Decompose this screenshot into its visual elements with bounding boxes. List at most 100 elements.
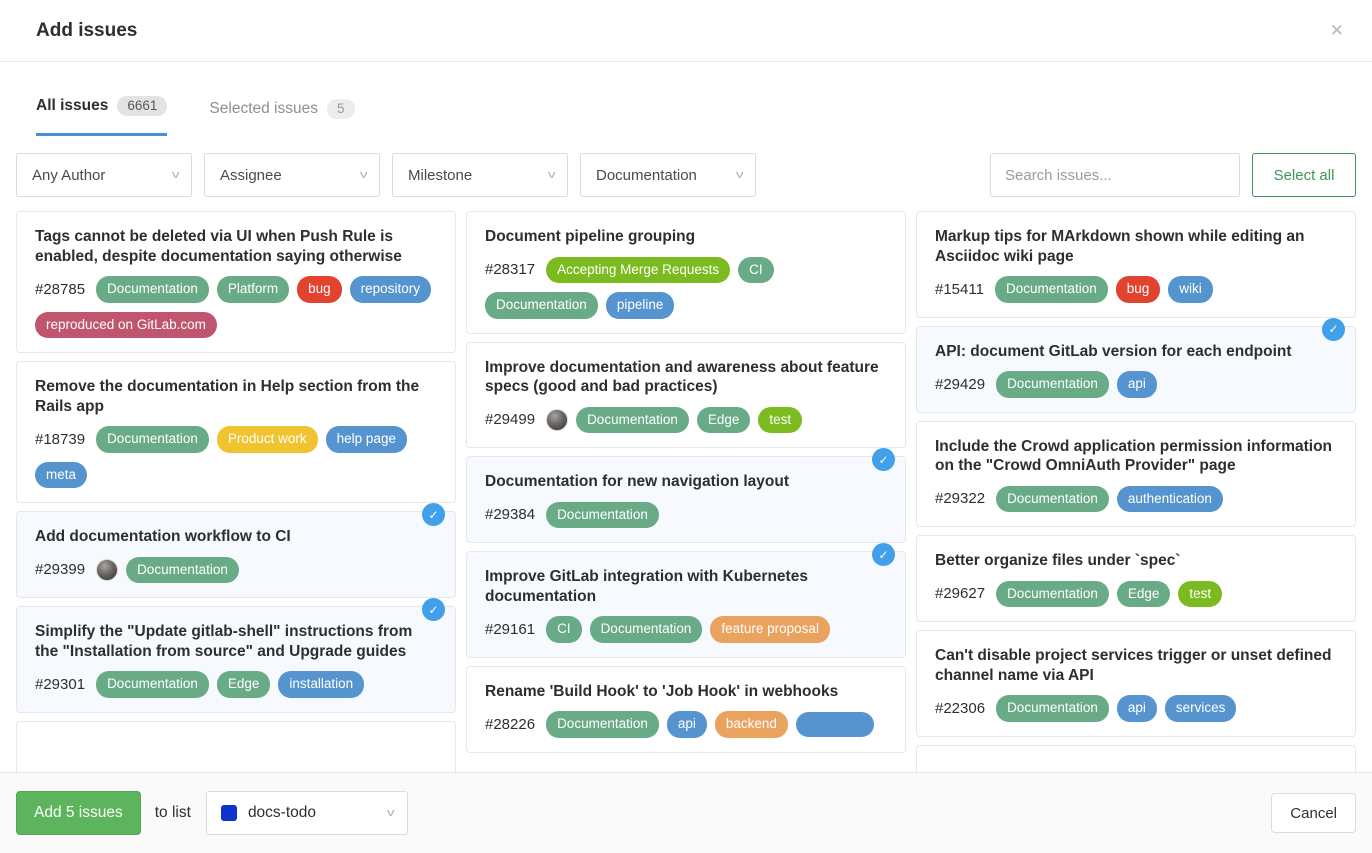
issue-card[interactable]: Can't disable project services trigger o…	[916, 630, 1356, 737]
label-documentation: Documentation	[96, 276, 209, 303]
filter-bar: Any Author v Assignee v Milestone v Docu…	[16, 153, 1356, 197]
target-list-dropdown[interactable]: docs-todo v	[206, 791, 408, 835]
label-api: api	[1117, 371, 1157, 398]
label-services: services	[1165, 695, 1237, 722]
author-filter-label: Any Author	[32, 167, 105, 184]
issue-card[interactable]: Include the Crowd application permission…	[916, 421, 1356, 528]
label-documentation: Documentation	[996, 371, 1109, 398]
tab-all-issues[interactable]: All issues 6661	[36, 90, 167, 136]
issue-meta: #15411Documentationbugwiki	[935, 276, 1337, 303]
label-edge: Edge	[217, 671, 271, 698]
label-documentation: Documentation	[485, 292, 598, 319]
label-ci: CI	[546, 616, 582, 643]
issue-number: #29322	[935, 490, 985, 507]
label-documentation: Documentation	[590, 616, 703, 643]
label-accepting-merge-requests: Accepting Merge Requests	[546, 257, 730, 284]
assignee-filter-label: Assignee	[220, 167, 282, 184]
label-reproduced-on-gitlab-com: reproduced on GitLab.com	[35, 312, 217, 339]
issue-card[interactable]: Better organize files under `spec`#29627…	[916, 535, 1356, 622]
label-filter-dropdown[interactable]: Documentation v	[580, 153, 756, 197]
target-list-name: docs-todo	[248, 804, 316, 822]
label-product-work: Product work	[217, 426, 318, 453]
issue-meta: #29499DocumentationEdgetest	[485, 407, 887, 434]
issue-title: Better organize files under `spec`	[935, 551, 1337, 571]
label-api: api	[1117, 695, 1157, 722]
label-help-page: help page	[326, 426, 407, 453]
issue-card[interactable]: Markup tips for MArkdown shown while edi…	[916, 211, 1356, 318]
author-filter-dropdown[interactable]: Any Author v	[16, 153, 192, 197]
chevron-down-icon: v	[387, 807, 395, 819]
issue-number: #28785	[35, 281, 85, 298]
label-documentation: Documentation	[96, 671, 209, 698]
issue-meta: #29429 Documentation api	[935, 371, 1337, 398]
label-test: test	[1178, 581, 1222, 608]
label-filter-label: Documentation	[596, 167, 697, 184]
issue-title: Add documentation workflow to CI	[35, 527, 437, 547]
issue-card[interactable]: Document pipeline grouping#28317Acceptin…	[466, 211, 906, 334]
cancel-button[interactable]: Cancel	[1271, 793, 1356, 833]
issue-card[interactable]: Add documentation workflow to CI #29399Do…	[16, 511, 456, 598]
issue-card[interactable]: Simplify the "Update gitlab-shell" instr…	[16, 606, 456, 713]
label-wiki: wiki	[1168, 276, 1213, 303]
to-list-label: to list	[155, 804, 191, 822]
close-icon[interactable]: ✕	[1330, 22, 1344, 39]
issue-title: Can't disable project services trigger o…	[935, 646, 1337, 685]
issue-title: Tags cannot be deleted via UI when Push …	[35, 227, 437, 266]
label-documentation: Documentation	[96, 426, 209, 453]
issue-title: Rename 'Build Hook' to 'Job Hook' in web…	[485, 682, 887, 702]
label-documentation: Documentation	[546, 502, 659, 529]
issue-number: #29399	[35, 561, 85, 578]
label-repository: repository	[350, 276, 431, 303]
milestone-filter-dropdown[interactable]: Milestone v	[392, 153, 568, 197]
label-documentation: Documentation	[996, 695, 1109, 722]
issue-card-partial[interactable]	[916, 745, 1356, 772]
tab-selected-issues-label: Selected issues	[209, 100, 318, 118]
issue-number: #29384	[485, 506, 535, 523]
add-issues-button[interactable]: Add 5 issues	[16, 791, 141, 835]
label-ci: CI	[738, 257, 774, 284]
label-backend: backend	[715, 711, 788, 738]
issue-number: #22306	[935, 700, 985, 717]
chevron-down-icon: v	[171, 169, 179, 181]
issue-card[interactable]: API: document GitLab version for each en…	[916, 326, 1356, 413]
issue-number: #29429	[935, 376, 985, 393]
issue-meta: #28226Documentationapibackend	[485, 711, 887, 738]
label-edge: Edge	[1117, 581, 1171, 608]
label-bug: bug	[297, 276, 342, 303]
avatar	[96, 559, 118, 581]
assignee-filter-dropdown[interactable]: Assignee v	[204, 153, 380, 197]
issue-title: Documentation for new navigation layout	[485, 472, 887, 492]
issue-title: Document pipeline grouping	[485, 227, 887, 247]
issue-number: #29499	[485, 411, 535, 428]
label-documentation: Documentation	[576, 407, 689, 434]
issue-card[interactable]: Tags cannot be deleted via UI when Push …	[16, 211, 456, 353]
tab-selected-issues[interactable]: Selected issues 5	[209, 93, 354, 136]
label-partial	[796, 712, 874, 737]
issue-meta: #29301DocumentationEdgeinstallation	[35, 671, 437, 698]
issue-number: #29301	[35, 676, 85, 693]
issue-meta: #29627DocumentationEdgetest	[935, 581, 1337, 608]
chevron-down-icon: v	[547, 169, 555, 181]
issue-meta: #29384 Documentation	[485, 502, 887, 529]
issue-meta: #29322Documentationauthentication	[935, 486, 1337, 513]
issue-title: Include the Crowd application permission…	[935, 437, 1337, 476]
issue-card[interactable]: Improve GitLab integration with Kubernet…	[466, 551, 906, 658]
issue-meta: #28785DocumentationPlatformbugrepository…	[35, 276, 437, 338]
label-authentication: authentication	[1117, 486, 1223, 513]
issue-meta: #29399Documentation	[35, 557, 437, 584]
selected-check-icon: ✓	[422, 598, 445, 621]
milestone-filter-label: Milestone	[408, 167, 472, 184]
issue-card[interactable]: Improve documentation and awareness abou…	[466, 342, 906, 449]
issue-card[interactable]: Documentation for new navigation layout #…	[466, 456, 906, 543]
issue-number: #15411	[935, 281, 984, 298]
page-title: Add issues	[36, 20, 137, 42]
issue-card[interactable]: Remove the documentation in Help section…	[16, 361, 456, 503]
label-documentation: Documentation	[996, 581, 1109, 608]
label-meta: meta	[35, 462, 87, 489]
select-all-button[interactable]: Select all	[1252, 153, 1356, 197]
issue-card[interactable]: Rename 'Build Hook' to 'Job Hook' in web…	[466, 666, 906, 753]
board-column-3: Markup tips for MArkdown shown while edi…	[916, 211, 1356, 772]
issue-card-partial[interactable]	[16, 721, 456, 772]
label-pipeline: pipeline	[606, 292, 675, 319]
search-input[interactable]	[990, 153, 1240, 197]
